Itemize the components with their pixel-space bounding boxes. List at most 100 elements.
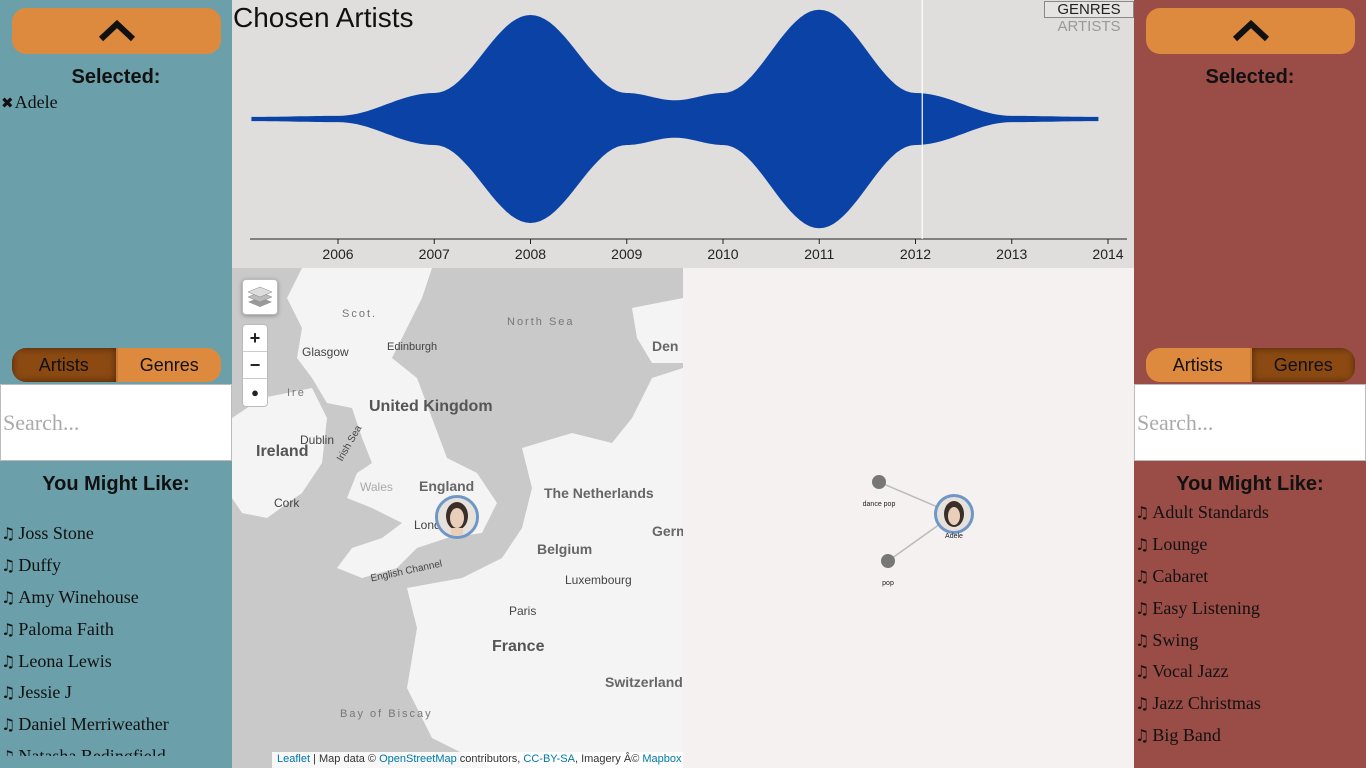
x-axis-tick-label: 2011 [804,246,834,262]
list-item[interactable]: ♫ Joss Stone [1,518,231,550]
x-axis-tick-label: 2009 [611,246,642,262]
search-input[interactable] [0,384,232,461]
map-label: Belgium [537,541,593,557]
collapse-up-button[interactable] [12,8,221,54]
zoom-out-button[interactable]: − [243,352,267,379]
music-note-icon: ♫ [1135,566,1150,586]
list-item[interactable]: ♫ Jessie J [1,677,231,709]
map-label: Scot. [342,308,378,320]
tab-artists[interactable]: Artists [1146,348,1250,382]
graph-node-dance-pop[interactable] [872,475,886,489]
map-label: Ire [287,387,306,399]
selected-artist-item: ✖ Adele [1,92,58,113]
network-graph: dance pop Adele pop [683,268,1134,768]
music-note-icon: ♫ [1135,694,1150,714]
list-item[interactable]: ♫ Easy Listening [1135,592,1365,624]
list-item[interactable]: ♫ Swing [1135,624,1365,656]
list-item-label: Daniel Merriweather [18,714,169,735]
right-sidebar: Selected: Artists Genres You Might Like:… [1134,0,1366,768]
list-item-label: Swing [1152,629,1199,650]
tab-artists[interactable]: Artists [12,348,116,382]
list-item-label: Paloma Faith [18,618,114,639]
x-axis-tick-label: 2010 [707,246,738,262]
globe-icon: ● [251,385,259,400]
collapse-up-button[interactable] [1146,8,1355,54]
artists-genres-toggle: Artists Genres [1146,348,1355,382]
artist-map-marker[interactable] [435,495,479,539]
list-item-label: Adult Standards [1152,502,1269,523]
x-axis-tick-label: 2013 [996,246,1027,262]
mode-artists-button[interactable]: ARTISTS [1044,18,1134,36]
layers-control-button[interactable] [242,279,278,315]
x-axis-tick-label: 2006 [322,246,353,262]
map-label: Edinburgh [387,341,438,353]
list-item-label: Vocal Jazz [1152,661,1229,682]
list-item[interactable]: ♫ Amy Winehouse [1,582,231,614]
map-label: The Netherlands [544,485,654,501]
music-note-icon: ♫ [1,619,16,639]
chart-mode-toggle: GENRES ARTISTS [1044,1,1134,36]
list-item-label: Lounge [1152,534,1208,555]
list-item[interactable]: ♫ Daniel Merriweather [1,709,231,741]
graph-node-label: dance pop [862,501,896,508]
osm-link[interactable]: OpenStreetMap [379,753,457,765]
license-link[interactable]: CC-BY-SA [523,753,575,765]
music-note-icon: ♫ [1135,630,1150,650]
map-label: North Sea [507,316,575,328]
list-item[interactable]: ♫ Vocal Jazz [1135,656,1365,688]
list-item[interactable]: ♫ Paloma Faith [1,613,231,645]
selected-artist-label: Adele [14,92,58,112]
map-label: England [419,478,475,494]
music-note-icon: ♫ [1135,662,1150,682]
map-view[interactable]: + − ● Scot. North Sea Glasgow Edinburgh … [232,268,683,768]
globe-button[interactable]: ● [243,379,267,406]
music-note-icon: ♫ [1,715,16,735]
music-note-icon: ♫ [1135,725,1150,745]
zoom-in-button[interactable]: + [243,325,267,352]
list-item-label: Natasha Bedingfield [18,745,166,756]
music-note-icon: ♫ [1,587,16,607]
music-note-icon: ♫ [1,683,16,703]
map-label: Den [652,338,679,354]
music-note-icon: ♫ [1,524,16,544]
map-label: Bay of Biscay [340,708,433,720]
recommendation-list: ♫ Joss Stone ♫ Duffy ♫ Amy Winehouse ♫ Palom… [1,518,231,756]
zoom-control: + − ● [242,324,268,407]
list-item-label: Leona Lewis [18,650,112,671]
map-label: Glasgow [302,345,349,359]
map-label: Paris [509,604,537,618]
remove-icon[interactable]: ✖ [1,94,14,112]
map-attribution: Leaflet | Map data © OpenStreetMap contr… [272,752,683,768]
list-item[interactable]: ♫ Cabaret [1135,561,1365,593]
graph-node-label: Adele [945,533,963,540]
list-item[interactable]: ♫ Adult Standards [1135,497,1365,529]
mapbox-link[interactable]: Mapbox [642,753,681,765]
list-item-label: Amy Winehouse [18,586,139,607]
tab-genres[interactable]: Genres [1251,348,1355,382]
list-item[interactable]: ♫ Lounge [1135,529,1365,561]
graph-node-pop[interactable] [881,554,895,568]
avatar-icon [438,498,476,536]
list-item[interactable]: ♫Natasha Bedingfield [1,741,231,756]
list-item[interactable]: ♫ Leona Lewis [1,645,231,677]
search-input[interactable] [1134,384,1366,461]
attribution-text: , Imagery Â© [574,753,643,765]
map-label: Luxembourg [565,573,632,587]
list-item[interactable]: ♫ Big Band [1135,720,1365,752]
recommendation-list: ♫ Adult Standards ♫ Lounge ♫ Cabaret ♫ Easy … [1135,497,1365,757]
graph-svg [872,475,974,568]
music-note-icon: ♫ [1,747,15,756]
map-label: Dublin [300,433,335,447]
attribution-text: | Map data © [310,753,380,765]
avatar-face [948,507,960,525]
x-axis-tick-label: 2008 [515,246,546,262]
leaflet-link[interactable]: Leaflet [277,753,310,765]
list-item[interactable]: ♫ Jazz Christmas [1135,688,1365,720]
chevron-up-icon [98,20,135,42]
stream-series-adele[interactable] [251,9,1099,229]
tab-genres[interactable]: Genres [117,348,221,382]
streamgraph-chart: 2006 2007 2008 2009 2010 2011 2012 2013 2014 Cho… [232,0,1134,268]
list-item-label: Big Band [1152,724,1221,745]
mode-genres-button[interactable]: GENRES [1044,1,1134,18]
list-item[interactable]: ♫ Duffy [1,550,231,582]
